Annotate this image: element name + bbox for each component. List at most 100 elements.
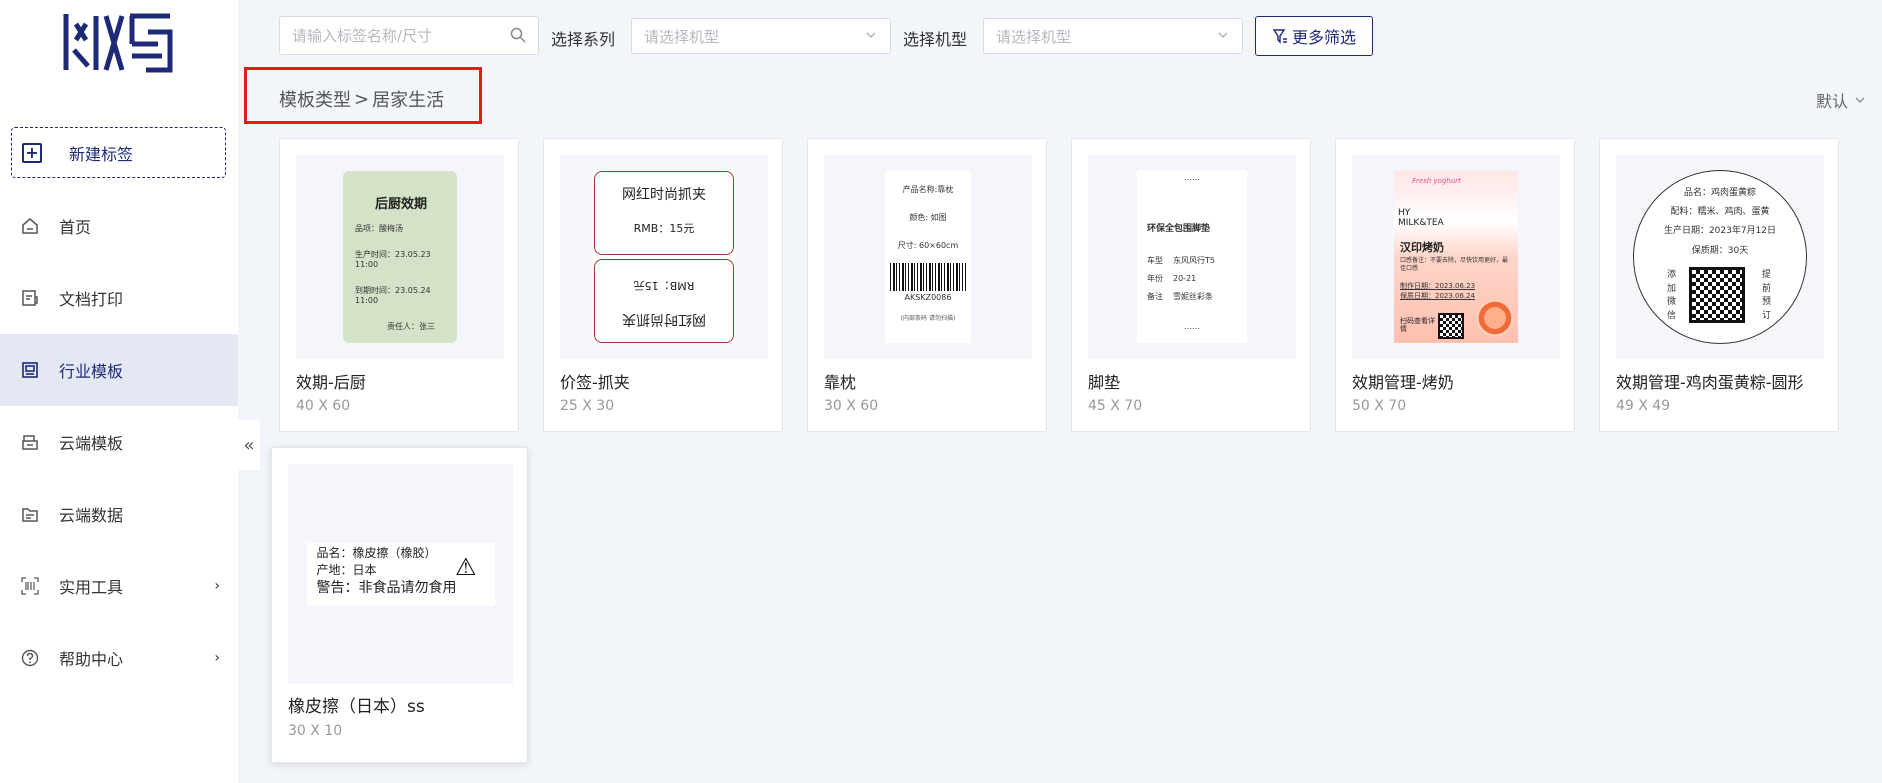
cloud-data-icon — [20, 504, 40, 524]
preview-field-value: 雪妮丝彩条 — [1173, 292, 1213, 301]
preview-field-label: 品项： — [355, 224, 379, 233]
series-select-placeholder: 请选择机型 — [644, 27, 720, 46]
preview-note: (内部条码 请勿扫描) — [900, 315, 956, 322]
preview-field-value: 东风风行T5 — [1173, 256, 1215, 265]
chevron-down-icon — [1855, 97, 1865, 103]
qr-code-icon — [1689, 267, 1745, 323]
search-icon[interactable] — [510, 27, 526, 47]
more-filter-label: 更多筛选 — [1291, 28, 1356, 47]
chevron-right-icon: › — [214, 578, 220, 594]
label-preview: ...... 环保全包围脚垫 车型 东风风行T5 年份 20-21 备注 雪妮丝彩条 … — [1137, 171, 1247, 343]
template-card[interactable]: 品名：鸡肉蛋黄粽 配料：糯米、鸡肉、蛋黄 生产日期：2023年7月12日 保质期… — [1599, 138, 1839, 432]
warning-icon: ⚠ — [454, 553, 477, 581]
chevron-down-icon — [1216, 28, 1230, 46]
sidebar-item-document-print[interactable]: 文档打印 — [0, 262, 238, 334]
home-icon — [20, 216, 40, 236]
preview-desc: 口感备注：不要去除，尽快饮用更好，最佳口感 — [1400, 257, 1509, 272]
search-box — [279, 16, 539, 55]
template-card[interactable]: ...... 环保全包围脚垫 车型 东风风行T5 年份 20-21 备注 雪妮丝彩条 … — [1071, 138, 1311, 432]
preview-field-value: 酸梅汤 — [379, 224, 403, 233]
preview-title: 环保全包围脚垫 — [1147, 224, 1211, 234]
breadcrumb-separator: > — [354, 88, 370, 110]
sidebar-item-cloud-data[interactable]: 云端数据 — [0, 478, 238, 550]
template-name: 效期-后厨 — [296, 373, 366, 392]
preview-size: 尺寸: 60×60cm — [897, 241, 959, 250]
preview-field-label: 生产时间： — [355, 250, 395, 259]
template-size: 50 X 70 — [1352, 398, 1407, 414]
document-icon — [20, 288, 40, 308]
sidebar-item-cloud-templates[interactable]: 云端模板 — [0, 406, 238, 478]
model-select-placeholder: 请选择机型 — [996, 27, 1072, 46]
more-filter-button[interactable]: 更多筛选 — [1255, 16, 1373, 56]
sidebar: + 新建标签 首页 文档打印 行业模板 云端模板 云端数据 实用工具 › 帮助中… — [0, 0, 238, 783]
template-preview: 网红时尚抓夹 RMB：15元 网红时尚抓夹 RMB：15元 — [560, 155, 768, 359]
sidebar-item-label: 云端数据 — [59, 506, 124, 525]
sidebar-item-label: 实用工具 — [59, 578, 124, 597]
preview-title: 后厨效期 — [374, 197, 427, 212]
series-label: 选择系列 — [551, 30, 616, 49]
preview-scan: 扫码查看详情 — [1400, 317, 1435, 334]
preview-code: AKSKZ0086 — [904, 293, 952, 302]
template-size: 40 X 60 — [296, 398, 351, 414]
sort-dropdown[interactable]: 默认 — [1816, 88, 1866, 112]
template-preview: Fresh yoghurt HY MILK&TEA 汉印烤奶 口感备注：不要去除… — [1352, 155, 1560, 359]
preview-dots: ...... — [1184, 173, 1200, 182]
cloud-template-icon — [20, 432, 40, 452]
preview-field-value: 张三 — [419, 322, 435, 331]
sidebar-item-label: 文档打印 — [59, 290, 124, 309]
sidebar-item-label: 帮助中心 — [59, 650, 124, 669]
template-card[interactable]: 后厨效期 品项：酸梅汤 生产时间：23.05.23 11:00 到期时间：23.… — [279, 138, 519, 432]
sidebar-collapse-button[interactable]: « — [238, 420, 260, 470]
template-name: 效期管理-烤奶 — [1352, 373, 1454, 392]
preview-side-text: 添加微信 — [1667, 270, 1677, 321]
preview-field-label: 备注 — [1147, 292, 1163, 301]
preview-field-label: 年份 — [1147, 274, 1163, 283]
preview-title-mirrored: 网红时尚抓夹 — [622, 311, 706, 327]
filter-icon — [1272, 28, 1288, 44]
sidebar-item-home[interactable]: 首页 — [0, 190, 238, 262]
sidebar-item-label: 云端模板 — [59, 434, 124, 453]
template-card[interactable]: 品名：橡皮擦（橡胶） 产地：日本 警告：非食品请勿食用 ⚠ 橡皮擦（日本）ss … — [271, 447, 528, 763]
template-name: 效期管理-鸡肉蛋黄粽-圆形 — [1616, 373, 1804, 392]
search-input[interactable] — [292, 26, 502, 45]
sort-label: 默认 — [1815, 92, 1848, 111]
chevron-down-icon — [864, 28, 878, 46]
new-label-text: 新建标签 — [69, 144, 134, 164]
template-preview: 品名：橡皮擦（橡胶） 产地：日本 警告：非食品请勿食用 ⚠ — [288, 464, 513, 684]
plus-icon: + — [22, 142, 42, 163]
template-name: 橡皮擦（日本）ss — [288, 697, 425, 717]
preview-field: 配料：糯米、鸡肉、蛋黄 — [1670, 207, 1770, 217]
model-label: 选择机型 — [903, 30, 968, 49]
grapefruit-icon — [1476, 299, 1514, 337]
breadcrumb-root[interactable]: 模板类型 — [279, 86, 351, 112]
preview-field: 品名：鸡肉蛋黄粽 — [1683, 188, 1756, 198]
template-size: 30 X 60 — [824, 398, 879, 414]
app-logo — [63, 13, 173, 73]
template-size: 45 X 70 — [1088, 398, 1143, 414]
new-label-button[interactable]: + 新建标签 — [11, 127, 226, 178]
barcode-icon — [890, 263, 966, 291]
preview-price: RMB：15元 — [633, 222, 695, 235]
preview-color: 颜色: 如图 — [909, 213, 947, 222]
label-preview: Fresh yoghurt HY MILK&TEA 汉印烤奶 口感备注：不要去除… — [1394, 171, 1518, 343]
sidebar-item-industry-templates[interactable]: 行业模板 — [0, 334, 238, 406]
preview-field: 警告：非食品请勿食用 — [316, 579, 457, 596]
preview-dots: ...... — [1184, 322, 1200, 331]
template-card[interactable]: Fresh yoghurt HY MILK&TEA 汉印烤奶 口感备注：不要去除… — [1335, 138, 1575, 432]
template-preview: 后厨效期 品项：酸梅汤 生产时间：23.05.23 11:00 到期时间：23.… — [296, 155, 504, 359]
breadcrumb: 模板类型 > 居家生活 — [279, 86, 444, 112]
template-card[interactable]: 产品名称:靠枕 颜色: 如图 尺寸: 60×60cm AKSKZ0086 (内部… — [807, 138, 1047, 432]
template-card[interactable]: 网红时尚抓夹 RMB：15元 网红时尚抓夹 RMB：15元 价签-抓夹 25 X… — [543, 138, 783, 432]
template-name: 脚垫 — [1088, 373, 1121, 392]
help-icon — [20, 648, 40, 668]
preview-title: 汉印烤奶 — [1400, 241, 1444, 254]
sidebar-item-tools[interactable]: 实用工具 › — [0, 550, 238, 622]
model-select[interactable]: 请选择机型 — [983, 18, 1243, 54]
sidebar-item-help[interactable]: 帮助中心 › — [0, 622, 238, 694]
preview-title: 网红时尚抓夹 — [622, 187, 706, 203]
label-preview: 网红时尚抓夹 RMB：15元 网红时尚抓夹 RMB：15元 — [592, 171, 736, 343]
series-select[interactable]: 请选择机型 — [631, 18, 891, 54]
qr-code-icon — [1438, 313, 1464, 339]
label-preview: 品名：橡皮擦（橡胶） 产地：日本 警告：非食品请勿食用 ⚠ — [306, 543, 495, 605]
label-preview: 后厨效期 品项：酸梅汤 生产时间：23.05.23 11:00 到期时间：23.… — [343, 171, 457, 343]
